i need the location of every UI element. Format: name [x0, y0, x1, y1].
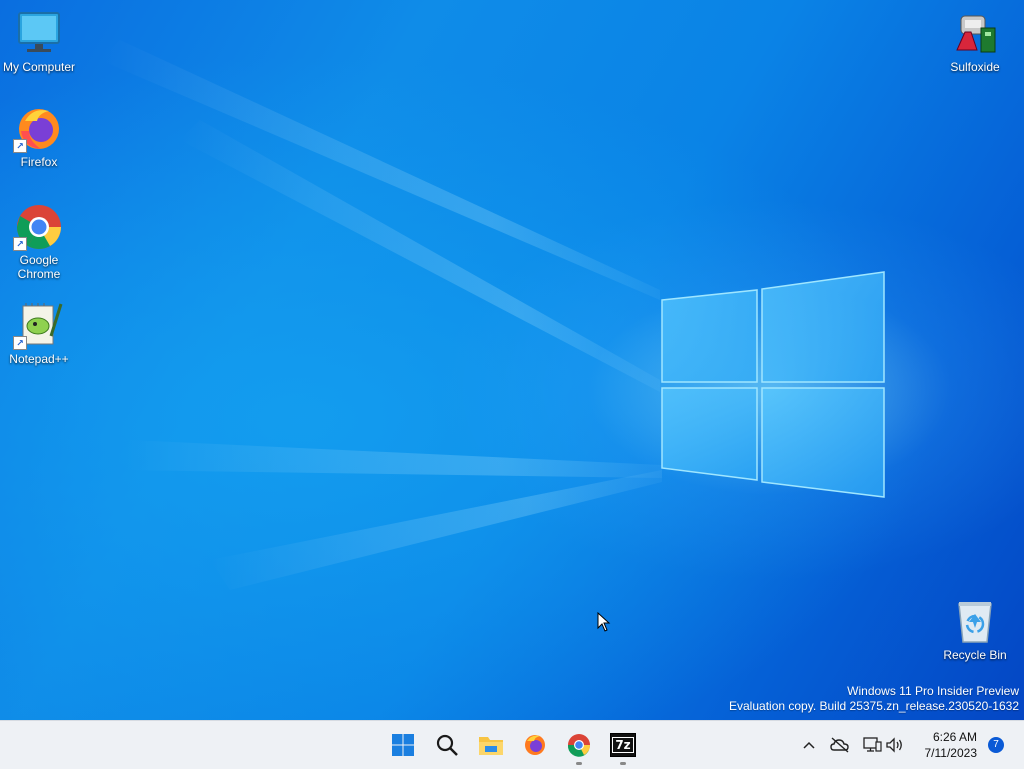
network-button[interactable]	[862, 735, 882, 755]
desktop-icon-my-computer[interactable]: My Computer	[0, 10, 78, 74]
network-icon	[863, 737, 882, 752]
chrome-icon: ↗	[13, 203, 63, 251]
volume-icon	[886, 737, 902, 753]
running-indicator	[576, 762, 582, 765]
firefox-icon	[525, 735, 545, 755]
chevron-up-icon	[803, 741, 815, 749]
sulfoxide-icon	[951, 10, 999, 58]
desktop-icon-sulfoxide[interactable]: Sulfoxide	[936, 10, 1014, 74]
desktop-icon-google-chrome[interactable]: ↗ Google Chrome	[0, 203, 78, 281]
taskbar: 7z 6:26 AM 7/11/2023 7	[0, 720, 1024, 769]
icon-label: Sulfoxide	[950, 60, 1000, 74]
wallpaper-windows-logo	[661, 271, 885, 498]
icon-label: Firefox	[20, 155, 58, 169]
notepad-plus-plus-icon: ↗	[13, 302, 63, 350]
notification-badge[interactable]: 7	[988, 737, 1004, 753]
windows-start-icon	[392, 734, 414, 756]
watermark-build: Evaluation copy. Build 25375.zn_release.…	[729, 699, 1019, 713]
clock-date: 7/11/2023	[924, 746, 978, 760]
start-button[interactable]	[387, 729, 419, 761]
search-button[interactable]	[431, 729, 463, 761]
clock-button[interactable]: 6:26 AM 7/11/2023	[925, 729, 978, 761]
recycle-bin-icon	[951, 598, 999, 646]
shortcut-arrow-icon: ↗	[13, 336, 27, 350]
desktop-icon-notepad-plus-plus[interactable]: ↗ Notepad++	[0, 302, 78, 366]
search-icon	[436, 734, 458, 756]
shortcut-arrow-icon: ↗	[13, 139, 27, 153]
desktop-background[interactable]: My Computer ↗ Firefox ↗ Google Chrome ↗ …	[0, 0, 1024, 720]
onedrive-offline-icon	[830, 737, 849, 753]
icon-label: Recycle Bin	[943, 648, 1007, 662]
chrome-icon	[567, 734, 591, 757]
taskbar-chrome-button[interactable]	[563, 729, 595, 765]
onedrive-button[interactable]	[830, 735, 850, 755]
running-indicator	[620, 762, 626, 765]
shortcut-arrow-icon: ↗	[13, 237, 27, 251]
evaluation-watermark: Windows 11 Pro Insider Preview Evaluatio…	[729, 684, 1019, 714]
monitor-icon	[15, 10, 63, 58]
clock-time: 6:26 AM	[932, 730, 977, 744]
file-explorer-button[interactable]	[475, 729, 507, 761]
watermark-edition: Windows 11 Pro Insider Preview	[847, 684, 1019, 698]
show-hidden-icons-button[interactable]	[799, 735, 819, 755]
icon-label: My Computer	[2, 60, 76, 74]
desktop-icon-recycle-bin[interactable]: Recycle Bin	[936, 598, 1014, 662]
mouse-pointer-icon	[597, 612, 611, 632]
taskbar-7zip-button[interactable]: 7z	[607, 729, 639, 765]
file-explorer-icon	[479, 737, 503, 755]
7zip-icon: 7z	[610, 733, 636, 757]
icon-label: Google Chrome	[17, 253, 61, 281]
icon-label: Notepad++	[9, 352, 69, 366]
volume-button[interactable]	[885, 735, 905, 755]
7zip-label: 7z	[612, 737, 634, 753]
taskbar-firefox-button[interactable]	[519, 729, 551, 761]
desktop-icon-firefox[interactable]: ↗ Firefox	[0, 105, 78, 169]
firefox-icon: ↗	[13, 105, 63, 153]
